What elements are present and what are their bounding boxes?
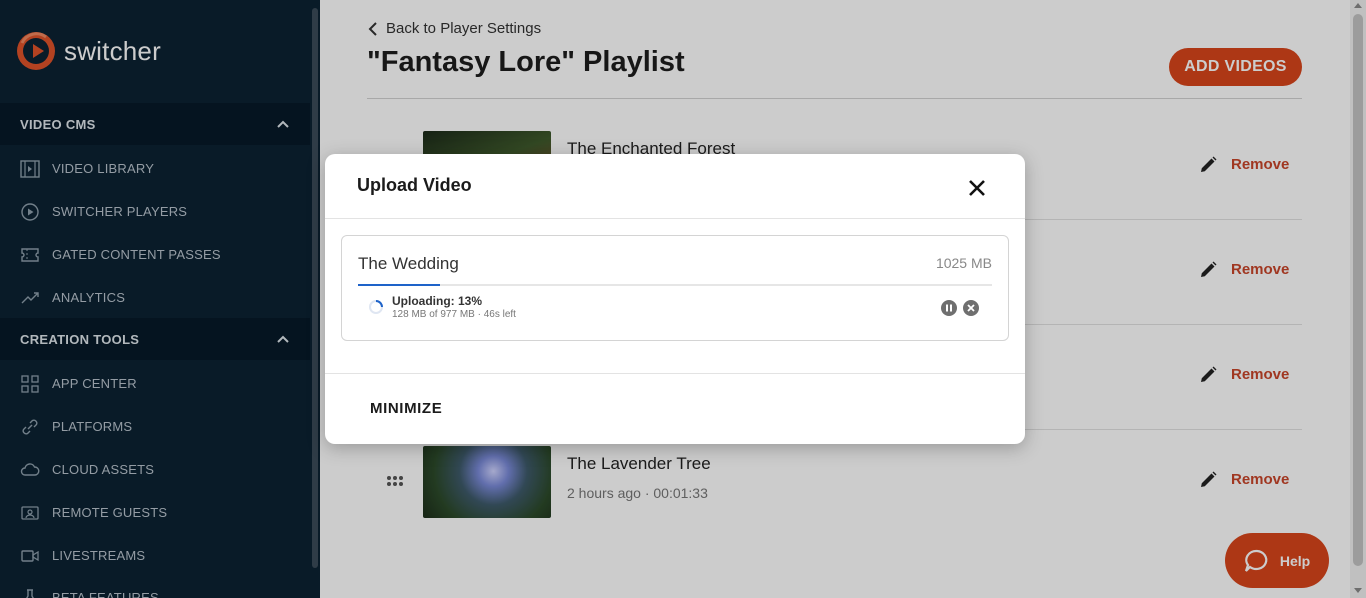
upload-file-size: 1025 MB (935, 255, 992, 271)
loading-spinner-icon (369, 300, 383, 314)
upload-file-name: The Wedding (358, 254, 459, 273)
modal-divider (325, 218, 1025, 219)
modal-divider (325, 373, 1025, 374)
modal-title: Upload Video (357, 175, 472, 195)
cancel-upload-icon[interactable] (963, 300, 979, 316)
minimize-button[interactable]: MINIMIZE (370, 400, 442, 417)
close-icon[interactable] (967, 178, 987, 198)
upload-item-card: The Wedding 1025 MB Uploading: 13% 128 M… (341, 235, 1009, 341)
upload-video-modal: Upload Video The Wedding 1025 MB Uploadi… (325, 154, 1025, 444)
upload-status-text: Uploading: 13% (392, 294, 483, 308)
upload-status: Uploading: 13% 128 MB of 977 MB · 46s le… (358, 286, 992, 330)
upload-status-detail: 128 MB of 977 MB · 46s left (392, 309, 516, 320)
pause-icon[interactable] (941, 300, 957, 316)
